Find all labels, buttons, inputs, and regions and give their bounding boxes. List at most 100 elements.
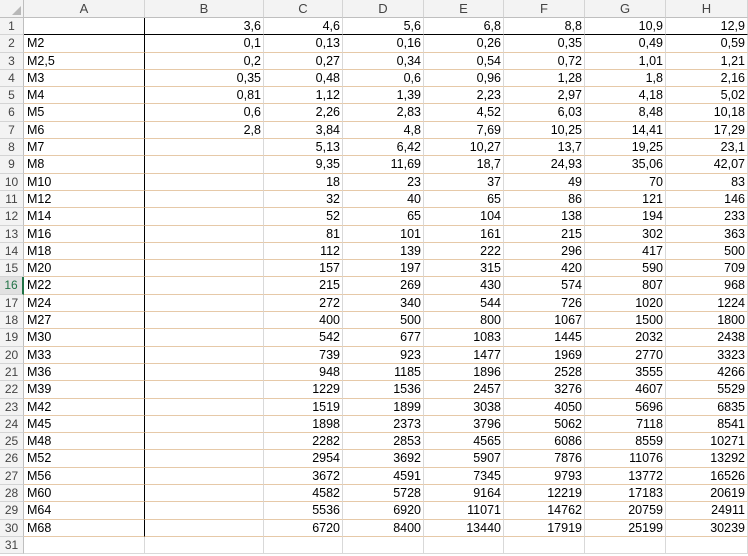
cell-h19[interactable]: 2438	[666, 329, 748, 347]
column-header-e[interactable]: E	[424, 0, 504, 18]
cell-b3[interactable]: 0,2	[145, 52, 264, 70]
cell-b12[interactable]	[145, 208, 264, 226]
row-header-31[interactable]: 31	[0, 536, 24, 555]
cell-f2[interactable]: 0,35	[504, 35, 585, 53]
cell-d1[interactable]: 5,6	[343, 18, 424, 36]
cell-b11[interactable]	[145, 190, 264, 209]
cell-d31[interactable]	[343, 536, 424, 555]
cell-d14[interactable]: 139	[343, 242, 424, 261]
cell-f23[interactable]: 4050	[504, 398, 585, 416]
row-header-15[interactable]: 15	[0, 260, 24, 278]
cell-a31[interactable]	[24, 536, 145, 555]
cell-h9[interactable]: 42,07	[666, 156, 748, 174]
cell-c2[interactable]: 0,13	[264, 35, 343, 53]
cell-a22[interactable]: M39	[24, 381, 145, 399]
cell-d20[interactable]: 923	[343, 346, 424, 364]
cell-e7[interactable]: 7,69	[424, 121, 504, 140]
cell-c4[interactable]: 0,48	[264, 69, 343, 88]
cell-a29[interactable]: M64	[24, 502, 145, 520]
cell-b17[interactable]	[145, 294, 264, 313]
cell-f15[interactable]: 420	[504, 260, 585, 278]
cell-c13[interactable]: 81	[264, 225, 343, 243]
cell-g18[interactable]: 1500	[585, 312, 666, 330]
row-header-22[interactable]: 22	[0, 381, 24, 399]
cell-g28[interactable]: 17183	[585, 485, 666, 503]
cell-e3[interactable]: 0,54	[424, 52, 504, 70]
cell-a25[interactable]: M48	[24, 433, 145, 451]
cell-e18[interactable]: 800	[424, 312, 504, 330]
cell-f28[interactable]: 12219	[504, 485, 585, 503]
cell-a8[interactable]: M7	[24, 139, 145, 157]
cell-b9[interactable]	[145, 156, 264, 174]
row-header-13[interactable]: 13	[0, 225, 24, 243]
cell-e8[interactable]: 10,27	[424, 139, 504, 157]
cell-f29[interactable]: 14762	[504, 502, 585, 520]
cell-e19[interactable]: 1083	[424, 329, 504, 347]
cell-c21[interactable]: 948	[264, 363, 343, 382]
row-header-2[interactable]: 2	[0, 35, 24, 53]
cell-f13[interactable]: 215	[504, 225, 585, 243]
cell-c9[interactable]: 9,35	[264, 156, 343, 174]
cell-b15[interactable]	[145, 260, 264, 278]
row-header-30[interactable]: 30	[0, 519, 24, 537]
cell-f21[interactable]: 2528	[504, 363, 585, 382]
cell-c19[interactable]: 542	[264, 329, 343, 347]
cell-f31[interactable]	[504, 536, 585, 555]
cell-h28[interactable]: 20619	[666, 485, 748, 503]
cell-g22[interactable]: 4607	[585, 381, 666, 399]
cell-h2[interactable]: 0,59	[666, 35, 748, 53]
cell-d12[interactable]: 65	[343, 208, 424, 226]
cell-h18[interactable]: 1800	[666, 312, 748, 330]
cell-h13[interactable]: 363	[666, 225, 748, 243]
cell-e10[interactable]: 37	[424, 173, 504, 191]
cell-d26[interactable]: 3692	[343, 450, 424, 468]
cell-a30[interactable]: M68	[24, 519, 145, 537]
cell-f27[interactable]: 9793	[504, 467, 585, 486]
cell-f30[interactable]: 17919	[504, 519, 585, 537]
cell-g24[interactable]: 7118	[585, 415, 666, 434]
row-header-5[interactable]: 5	[0, 87, 24, 105]
row-header-20[interactable]: 20	[0, 346, 24, 364]
cell-h14[interactable]: 500	[666, 242, 748, 261]
column-header-f[interactable]: F	[504, 0, 585, 18]
row-header-8[interactable]: 8	[0, 139, 24, 157]
cell-e14[interactable]: 222	[424, 242, 504, 261]
row-header-17[interactable]: 17	[0, 294, 24, 313]
cell-c1[interactable]: 4,6	[264, 18, 343, 36]
cell-b13[interactable]	[145, 225, 264, 243]
cell-c15[interactable]: 157	[264, 260, 343, 278]
row-header-16[interactable]: 16	[0, 277, 24, 295]
cell-g27[interactable]: 13772	[585, 467, 666, 486]
cell-g9[interactable]: 35,06	[585, 156, 666, 174]
cell-h27[interactable]: 16526	[666, 467, 748, 486]
cell-d9[interactable]: 11,69	[343, 156, 424, 174]
cell-g14[interactable]: 417	[585, 242, 666, 261]
cell-f11[interactable]: 86	[504, 190, 585, 209]
cell-a13[interactable]: M16	[24, 225, 145, 243]
cell-b10[interactable]	[145, 173, 264, 191]
cell-b6[interactable]: 0,6	[145, 104, 264, 122]
cell-d28[interactable]: 5728	[343, 485, 424, 503]
cell-a3[interactable]: M2,5	[24, 52, 145, 70]
cell-h25[interactable]: 10271	[666, 433, 748, 451]
row-header-25[interactable]: 25	[0, 433, 24, 451]
cell-d21[interactable]: 1185	[343, 363, 424, 382]
row-header-11[interactable]: 11	[0, 190, 24, 209]
cell-h10[interactable]: 83	[666, 173, 748, 191]
row-header-6[interactable]: 6	[0, 104, 24, 122]
cell-b7[interactable]: 2,8	[145, 121, 264, 140]
cell-g31[interactable]	[585, 536, 666, 555]
cell-h29[interactable]: 24911	[666, 502, 748, 520]
cell-c14[interactable]: 112	[264, 242, 343, 261]
cell-b29[interactable]	[145, 502, 264, 520]
cell-e16[interactable]: 430	[424, 277, 504, 295]
cell-c20[interactable]: 739	[264, 346, 343, 364]
row-header-24[interactable]: 24	[0, 415, 24, 434]
cell-a14[interactable]: M18	[24, 242, 145, 261]
cell-a6[interactable]: M5	[24, 104, 145, 122]
cell-f10[interactable]: 49	[504, 173, 585, 191]
cell-g11[interactable]: 121	[585, 190, 666, 209]
cell-g30[interactable]: 25199	[585, 519, 666, 537]
cell-c11[interactable]: 32	[264, 190, 343, 209]
cell-b28[interactable]	[145, 485, 264, 503]
